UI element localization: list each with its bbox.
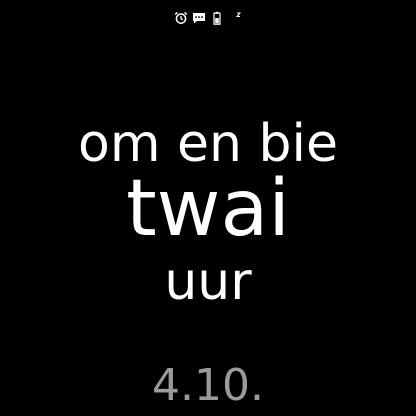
time-text-line-2: twai (126, 164, 290, 254)
alarm-icon (174, 11, 188, 25)
battery-icon (210, 11, 224, 25)
date-label: 4.10. (152, 360, 264, 411)
status-bar (0, 8, 416, 28)
time-text-line-1: om en bie (78, 114, 338, 174)
watch-face: om en bie twai uur 4.10. (0, 0, 416, 416)
time-text-line-3: uur (164, 252, 252, 312)
sleep-mode-icon (228, 11, 242, 25)
message-icon (192, 11, 206, 25)
